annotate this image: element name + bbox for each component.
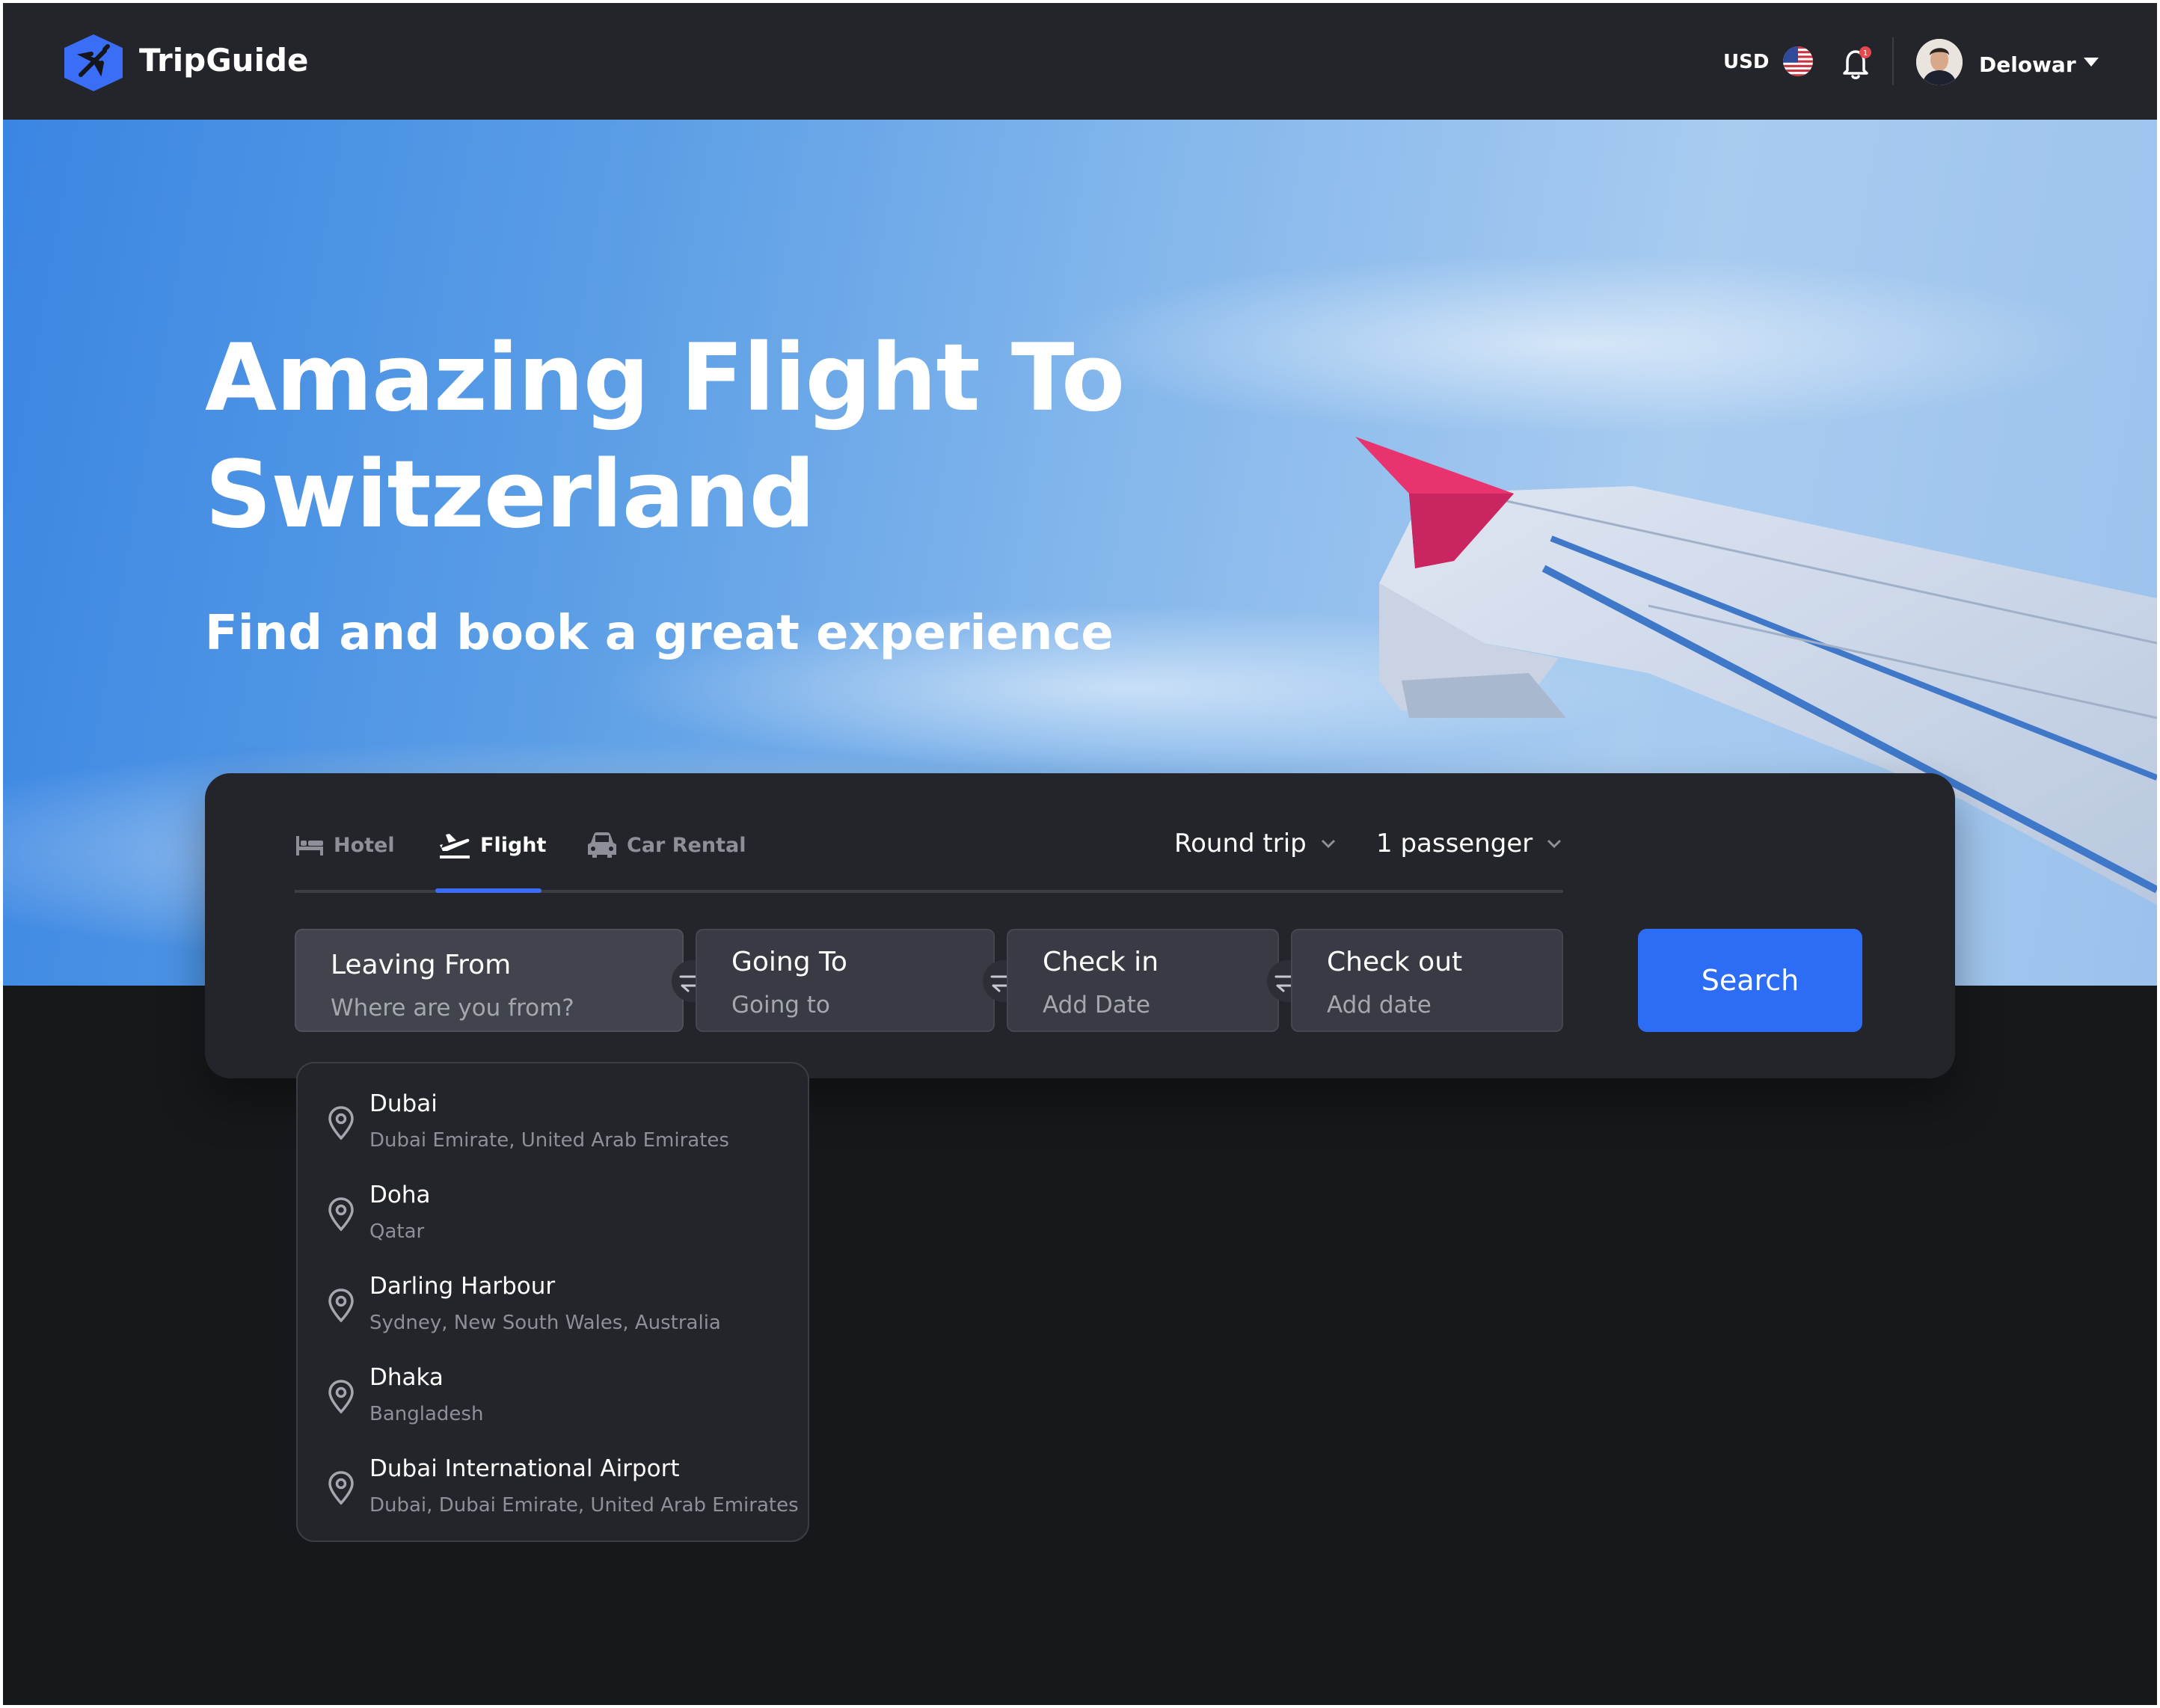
suggestion-name: Darling Harbour [369,1273,556,1300]
suggestion-region: Dubai, Dubai Emirate, United Arab Emirat… [369,1494,799,1517]
top-navbar: TripGuide USD 1 Delowar [3,3,2157,120]
suggestion-region: Qatar [369,1220,425,1243]
suggestion-item[interactable]: Dhaka Bangladesh [298,1342,806,1431]
suggestion-region: Dubai Emirate, United Arab Emirates [369,1129,729,1152]
suggestion-item[interactable]: Darling Harbour Sydney, New South Wales,… [298,1250,806,1340]
search-panel: Hotel Flight Car Rental Round trip 1 pas… [205,773,1955,1078]
going-to-placeholder[interactable]: Going to [731,992,830,1019]
hero-subtitle: Find and book a great experience [205,606,1114,661]
user-avatar[interactable] [1916,39,1963,85]
suggestion-name: Doha [369,1182,431,1208]
suggestion-region: Bangladesh [369,1403,484,1425]
brand-name[interactable]: TripGuide [139,42,309,79]
chevron-down-icon [1321,839,1335,849]
location-pin-icon [328,1288,354,1323]
suggestion-region: Sydney, New South Wales, Australia [369,1312,721,1334]
suggestion-name: Dubai [369,1090,438,1117]
suggestion-item[interactable]: Dubai Dubai Emirate, United Arab Emirate… [298,1068,806,1158]
currency-selector[interactable]: USD [1723,51,1769,73]
car-icon [588,832,616,858]
location-pin-icon [328,1380,354,1414]
us-flag-icon[interactable] [1783,46,1813,76]
suggestion-item[interactable]: Doha Qatar [298,1159,806,1249]
bed-icon [296,836,323,855]
tab-car-rental[interactable]: Car Rental [586,823,746,867]
check-out-field[interactable]: Check out Add date [1291,929,1563,1032]
tab-hotel-label: Hotel [334,833,395,857]
notification-count: 1 [1863,49,1868,58]
chevron-down-icon[interactable] [2081,54,2102,70]
notification-bell-icon[interactable]: 1 [1840,45,1873,81]
leaving-from-placeholder[interactable]: Where are you from? [331,995,574,1022]
tab-flight-label: Flight [480,833,547,857]
check-in-placeholder[interactable]: Add Date [1043,992,1150,1019]
chevron-down-icon [1547,839,1562,849]
leaving-from-field[interactable]: Leaving From Where are you from? [295,929,684,1032]
hero-title: Amazing Flight To Switzerland [205,325,1125,549]
username[interactable]: Delowar [1979,52,2076,77]
active-tab-indicator [435,888,541,893]
check-in-label: Check in [1043,947,1159,977]
location-suggestions-dropdown: Dubai Dubai Emirate, United Arab Emirate… [296,1062,809,1542]
check-in-field[interactable]: Check in Add Date [1007,929,1279,1032]
suggestion-item[interactable]: Dubai International Airport Dubai, Dubai… [298,1433,806,1523]
leaving-from-label: Leaving From [331,950,512,980]
trip-type-select[interactable]: Round trip [1174,821,1337,866]
search-button[interactable]: Search [1638,929,1862,1032]
location-pin-icon [328,1197,354,1232]
tab-flight[interactable]: Flight [438,823,546,867]
suggestion-name: Dubai International Airport [369,1455,680,1482]
location-pin-icon [328,1471,354,1505]
plane-takeoff-icon [440,834,470,858]
logo-icon[interactable] [61,33,126,93]
passengers-select[interactable]: 1 passenger [1376,821,1562,866]
location-pin-icon [328,1106,354,1140]
tab-car-rental-label: Car Rental [627,833,746,857]
header-divider [1892,37,1894,85]
check-out-placeholder[interactable]: Add date [1327,992,1432,1019]
going-to-label: Going To [731,947,847,977]
page: TripGuide USD 1 Delowar Amazing Flight T… [3,3,2157,1705]
trip-type-value: Round trip [1174,829,1307,858]
going-to-field[interactable]: Going To Going to [696,929,995,1032]
check-out-label: Check out [1327,947,1463,977]
passengers-value: 1 passenger [1376,829,1533,858]
suggestion-name: Dhaka [369,1364,444,1391]
tab-hotel[interactable]: Hotel [295,823,395,867]
